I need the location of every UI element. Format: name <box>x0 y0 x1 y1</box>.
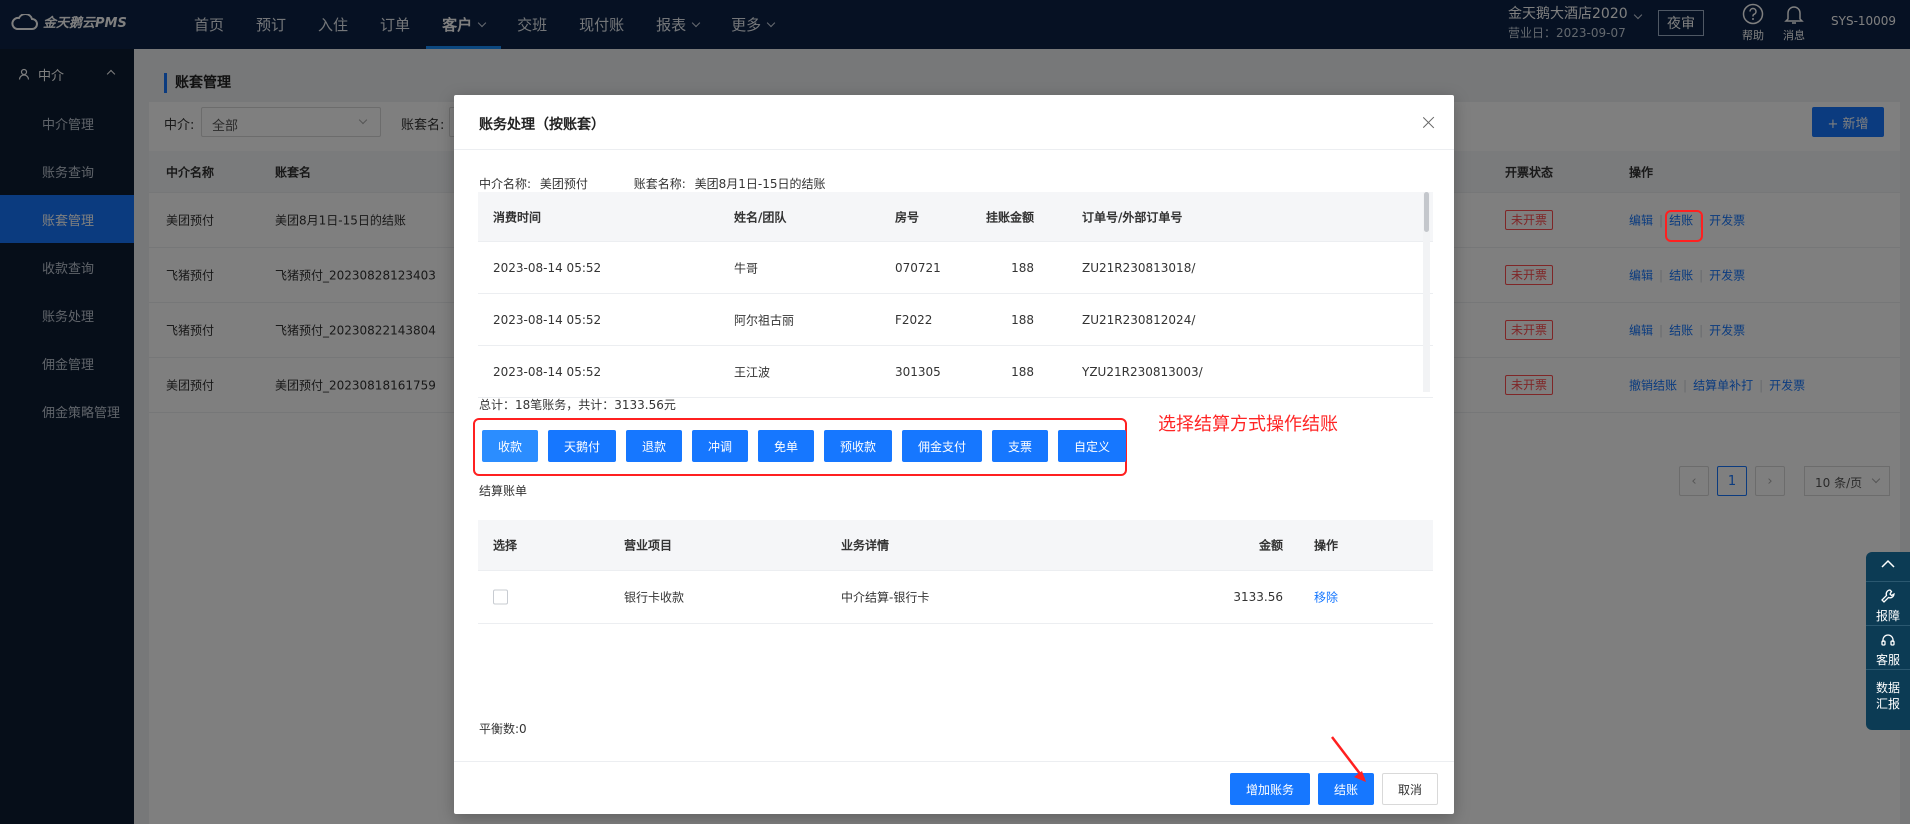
bill-item: 银行卡收款 <box>624 590 685 605</box>
entry-amount: 188 <box>1011 260 1034 275</box>
method-button-4[interactable]: 免单 <box>758 430 814 462</box>
annotation-highlight-box <box>1665 210 1703 242</box>
collapse-float-button[interactable] <box>1866 552 1910 582</box>
method-button-8[interactable]: 自定义 <box>1058 430 1126 462</box>
wrench-icon <box>1881 589 1895 603</box>
entry-room: F2022 <box>895 312 933 327</box>
headset-icon <box>1881 634 1895 646</box>
col-order-header: 订单号/外部订单号 <box>1082 210 1183 224</box>
float-toolbar: 报障 客服 数据汇报 <box>1866 552 1910 730</box>
bookset-value: 美团8月1日-15日的结账 <box>694 177 826 191</box>
col-item-header: 营业项目 <box>624 538 673 553</box>
bill-detail: 中介结算-银行卡 <box>841 590 930 605</box>
data-report-label: 数据汇报 <box>1875 681 1900 711</box>
close-icon[interactable] <box>1421 115 1437 131</box>
entry-row: 2023-08-14 05:52 阿尔祖古丽 F2022 188 ZU21R230812… <box>478 294 1433 346</box>
entry-time: 2023-08-14 05:52 <box>493 260 602 275</box>
entry-guest: 阿尔祖古丽 <box>734 313 795 327</box>
method-button-7[interactable]: 支票 <box>992 430 1048 462</box>
agency-value: 美团预付 <box>539 177 588 191</box>
dialog-footer-divider <box>454 761 1454 762</box>
entry-time: 2023-08-14 05:52 <box>493 312 602 327</box>
col-detail-header: 业务详情 <box>841 538 890 553</box>
bill-header: 选择 营业项目 业务详情 金额 操作 <box>478 520 1433 571</box>
entry-room: 301305 <box>895 364 941 379</box>
entry-row: 2023-08-14 05:52 牛哥 070721 188 ZU21R23081301… <box>478 242 1433 294</box>
entries-header: 消费时间 姓名/团队 房号 挂账金额 订单号/外部订单号 <box>478 192 1433 242</box>
entries-summary: 总计：18笔账务，共计：3133.56元 <box>479 398 676 412</box>
add-entry-button[interactable]: 增加账务 <box>1230 773 1310 805</box>
annotation-text: 选择结算方式操作结账 <box>1158 414 1338 435</box>
dialog-header: 账务处理（按账套） <box>454 95 1454 150</box>
bill-table: 选择 营业项目 业务详情 金额 操作银行卡收款 中介结算-银行卡 3133.56 移除 <box>478 520 1433 624</box>
col-amount-header: 挂账金额 <box>985 210 1034 224</box>
balance-text: 平衡数:0 <box>479 722 527 736</box>
data-report-button[interactable]: 数据汇报 <box>1866 670 1910 726</box>
entry-row: 2023-08-14 05:52 王江波 301305 188 YZU21R230813… <box>478 346 1433 398</box>
cancel-button[interactable]: 取消 <box>1382 773 1438 805</box>
customer-service-label: 客服 <box>1875 653 1900 667</box>
entry-time: 2023-08-14 05:52 <box>493 364 602 379</box>
entries-scrollbar[interactable] <box>1424 192 1429 232</box>
app-root: 金天鹅云PMS 首页预订入住订单客户交班现付账报表更多 金天鹅大酒店2020 营… <box>0 0 1910 824</box>
entry-room: 070721 <box>895 260 941 275</box>
entry-amount: 188 <box>1011 312 1034 327</box>
col-amount-header: 金额 <box>1258 538 1283 553</box>
col-guest-header: 姓名/团队 <box>734 210 787 224</box>
entry-order: ZU21R230813018/ <box>1082 260 1196 275</box>
method-button-0[interactable]: 收款 <box>482 430 538 462</box>
col-actions-header: 操作 <box>1314 538 1339 553</box>
customer-service-button[interactable]: 客服 <box>1866 626 1910 670</box>
bill-amount: 3133.56 <box>1233 590 1283 604</box>
entry-order: ZU21R230812024/ <box>1082 312 1196 327</box>
col-select-header: 选择 <box>493 538 518 553</box>
entry-guest: 牛哥 <box>734 261 759 275</box>
method-button-1[interactable]: 天鹅付 <box>548 430 616 462</box>
bill-label: 结算账单 <box>479 484 528 498</box>
report-issue-label: 报障 <box>1875 609 1900 623</box>
settle-button[interactable]: 结账 <box>1318 773 1374 805</box>
chevron-up-icon <box>1881 559 1895 568</box>
entry-order: YZU21R230813003/ <box>1082 364 1203 379</box>
method-button-5[interactable]: 预收款 <box>824 430 892 462</box>
method-button-6[interactable]: 佣金支付 <box>902 430 982 462</box>
col-room-header: 房号 <box>895 210 920 224</box>
report-issue-button[interactable]: 报障 <box>1866 582 1910 626</box>
dialog-title: 账务处理（按账套） <box>479 117 605 133</box>
entry-guest: 王江波 <box>734 365 771 379</box>
settlement-methods: 收款 天鹅付 退款 冲调 免单 预收款 佣金支付 支票 自定义 <box>473 418 1127 476</box>
remove-link[interactable]: 移除 <box>1314 589 1338 606</box>
dialog-info: 中介名称: 美团预付 账套名称: 美团8月1日-15日的结账 <box>479 175 830 192</box>
settlement-dialog: 账务处理（按账套） 中介名称: 美团预付 账套名称: 美团8月1日-15日的结账… <box>454 95 1454 814</box>
entry-amount: 188 <box>1011 364 1034 379</box>
col-time-header: 消费时间 <box>493 210 542 224</box>
bookset-label: 账套名称: <box>633 177 686 191</box>
method-button-2[interactable]: 退款 <box>626 430 682 462</box>
bill-row: 银行卡收款 中介结算-银行卡 3133.56 移除 <box>478 571 1433 624</box>
bill-row-checkbox[interactable] <box>493 589 508 605</box>
method-button-3[interactable]: 冲调 <box>692 430 748 462</box>
agency-label: 中介名称: <box>479 177 532 191</box>
